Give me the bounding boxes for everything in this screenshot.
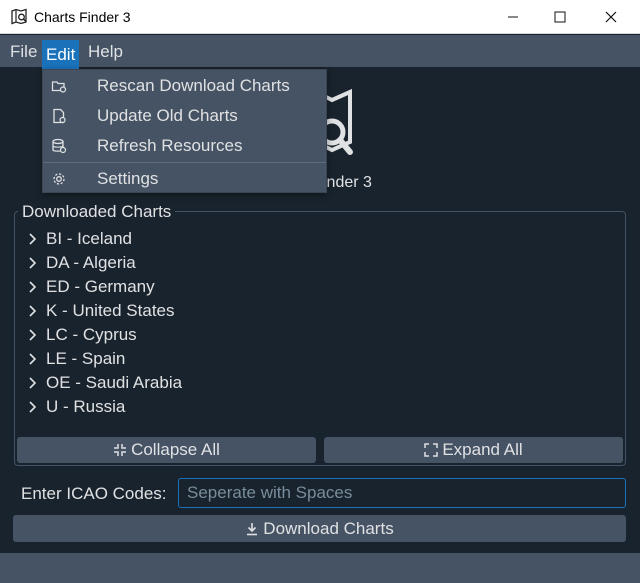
tree-item-lc[interactable]: LC - Cyprus bbox=[24, 323, 614, 347]
edit-menu-dropdown: Rescan Download Charts Update Old Charts… bbox=[42, 69, 327, 193]
download-icon bbox=[247, 522, 258, 535]
expand-icon bbox=[424, 443, 439, 457]
expand-all-button[interactable]: Expand All bbox=[324, 437, 623, 463]
folder-refresh-icon bbox=[51, 81, 67, 93]
collapse-all-button[interactable]: Collapse All bbox=[17, 437, 316, 463]
menu-item-refresh[interactable]: Refresh Resources bbox=[43, 132, 326, 160]
chevron-right-icon[interactable] bbox=[24, 374, 42, 392]
maximize-button[interactable] bbox=[537, 0, 583, 34]
downloaded-charts-title: Downloaded Charts bbox=[18, 202, 176, 222]
gear-icon bbox=[53, 173, 65, 185]
status-bar bbox=[0, 553, 640, 583]
menu-file[interactable]: File bbox=[6, 39, 41, 65]
chevron-right-icon[interactable] bbox=[24, 230, 42, 248]
chevron-right-icon[interactable] bbox=[24, 278, 42, 296]
tree-item-k[interactable]: K - United States bbox=[24, 299, 614, 323]
tree-item-label: U - Russia bbox=[46, 397, 126, 416]
tree-item-label: BI - Iceland bbox=[46, 229, 132, 248]
menu-bar: File Edit Help bbox=[0, 35, 640, 70]
tree-item-label: OE - Saudi Arabia bbox=[46, 373, 183, 392]
menu-item-label: Update Old Charts bbox=[97, 106, 238, 125]
chevron-right-icon[interactable] bbox=[24, 398, 42, 416]
close-button[interactable] bbox=[588, 0, 634, 34]
chevron-right-icon[interactable] bbox=[24, 326, 42, 344]
menu-item-label: Settings bbox=[97, 169, 159, 188]
menu-item-rescan[interactable]: Rescan Download Charts bbox=[43, 72, 326, 100]
collapse-all-label: Collapse All bbox=[131, 440, 220, 459]
minimize-icon bbox=[508, 16, 518, 18]
icao-input[interactable] bbox=[178, 478, 626, 508]
download-charts-button[interactable]: Download Charts bbox=[13, 515, 626, 542]
chevron-right-icon[interactable] bbox=[24, 254, 42, 272]
chevron-right-icon[interactable] bbox=[24, 350, 42, 368]
icao-label: Enter ICAO Codes: bbox=[21, 484, 167, 503]
menu-item-label: Refresh Resources bbox=[97, 136, 243, 155]
tree-item-da[interactable]: DA - Algeria bbox=[24, 251, 614, 275]
database-refresh-icon bbox=[52, 138, 67, 154]
chevron-right-icon[interactable] bbox=[24, 302, 42, 320]
menu-item-settings[interactable]: Settings bbox=[43, 165, 326, 193]
charts-tree: BI - Iceland DA - Algeria ED - Germany K… bbox=[24, 227, 614, 419]
app-map-icon bbox=[11, 8, 27, 25]
menu-item-label: Rescan Download Charts bbox=[97, 76, 290, 95]
tree-item-ed[interactable]: ED - Germany bbox=[24, 275, 614, 299]
tree-item-label: LC - Cyprus bbox=[46, 325, 137, 344]
tree-item-label: DA - Algeria bbox=[46, 253, 136, 272]
minimize-button[interactable] bbox=[490, 0, 536, 34]
window-title: Charts Finder 3 bbox=[34, 9, 131, 25]
file-refresh-icon bbox=[53, 108, 66, 124]
menu-edit[interactable]: Edit bbox=[42, 40, 80, 70]
menu-separator bbox=[43, 162, 326, 163]
collapse-icon bbox=[114, 444, 127, 456]
title-bar: Charts Finder 3 bbox=[0, 0, 640, 34]
app-name-label: inder 3 bbox=[323, 174, 372, 191]
tree-item-oe[interactable]: OE - Saudi Arabia bbox=[24, 371, 614, 395]
tree-item-label: ED - Germany bbox=[46, 277, 155, 296]
tree-item-le[interactable]: LE - Spain bbox=[24, 347, 614, 371]
menu-item-update[interactable]: Update Old Charts bbox=[43, 102, 326, 130]
tree-item-label: K - United States bbox=[46, 301, 175, 320]
menu-help[interactable]: Help bbox=[84, 39, 127, 65]
maximize-icon bbox=[554, 11, 566, 23]
tree-item-u[interactable]: U - Russia bbox=[24, 395, 614, 419]
expand-all-label: Expand All bbox=[442, 440, 523, 459]
tree-item-bi[interactable]: BI - Iceland bbox=[24, 227, 614, 251]
close-icon bbox=[605, 11, 617, 23]
download-charts-label: Download Charts bbox=[263, 518, 394, 538]
tree-item-label: LE - Spain bbox=[46, 349, 126, 368]
